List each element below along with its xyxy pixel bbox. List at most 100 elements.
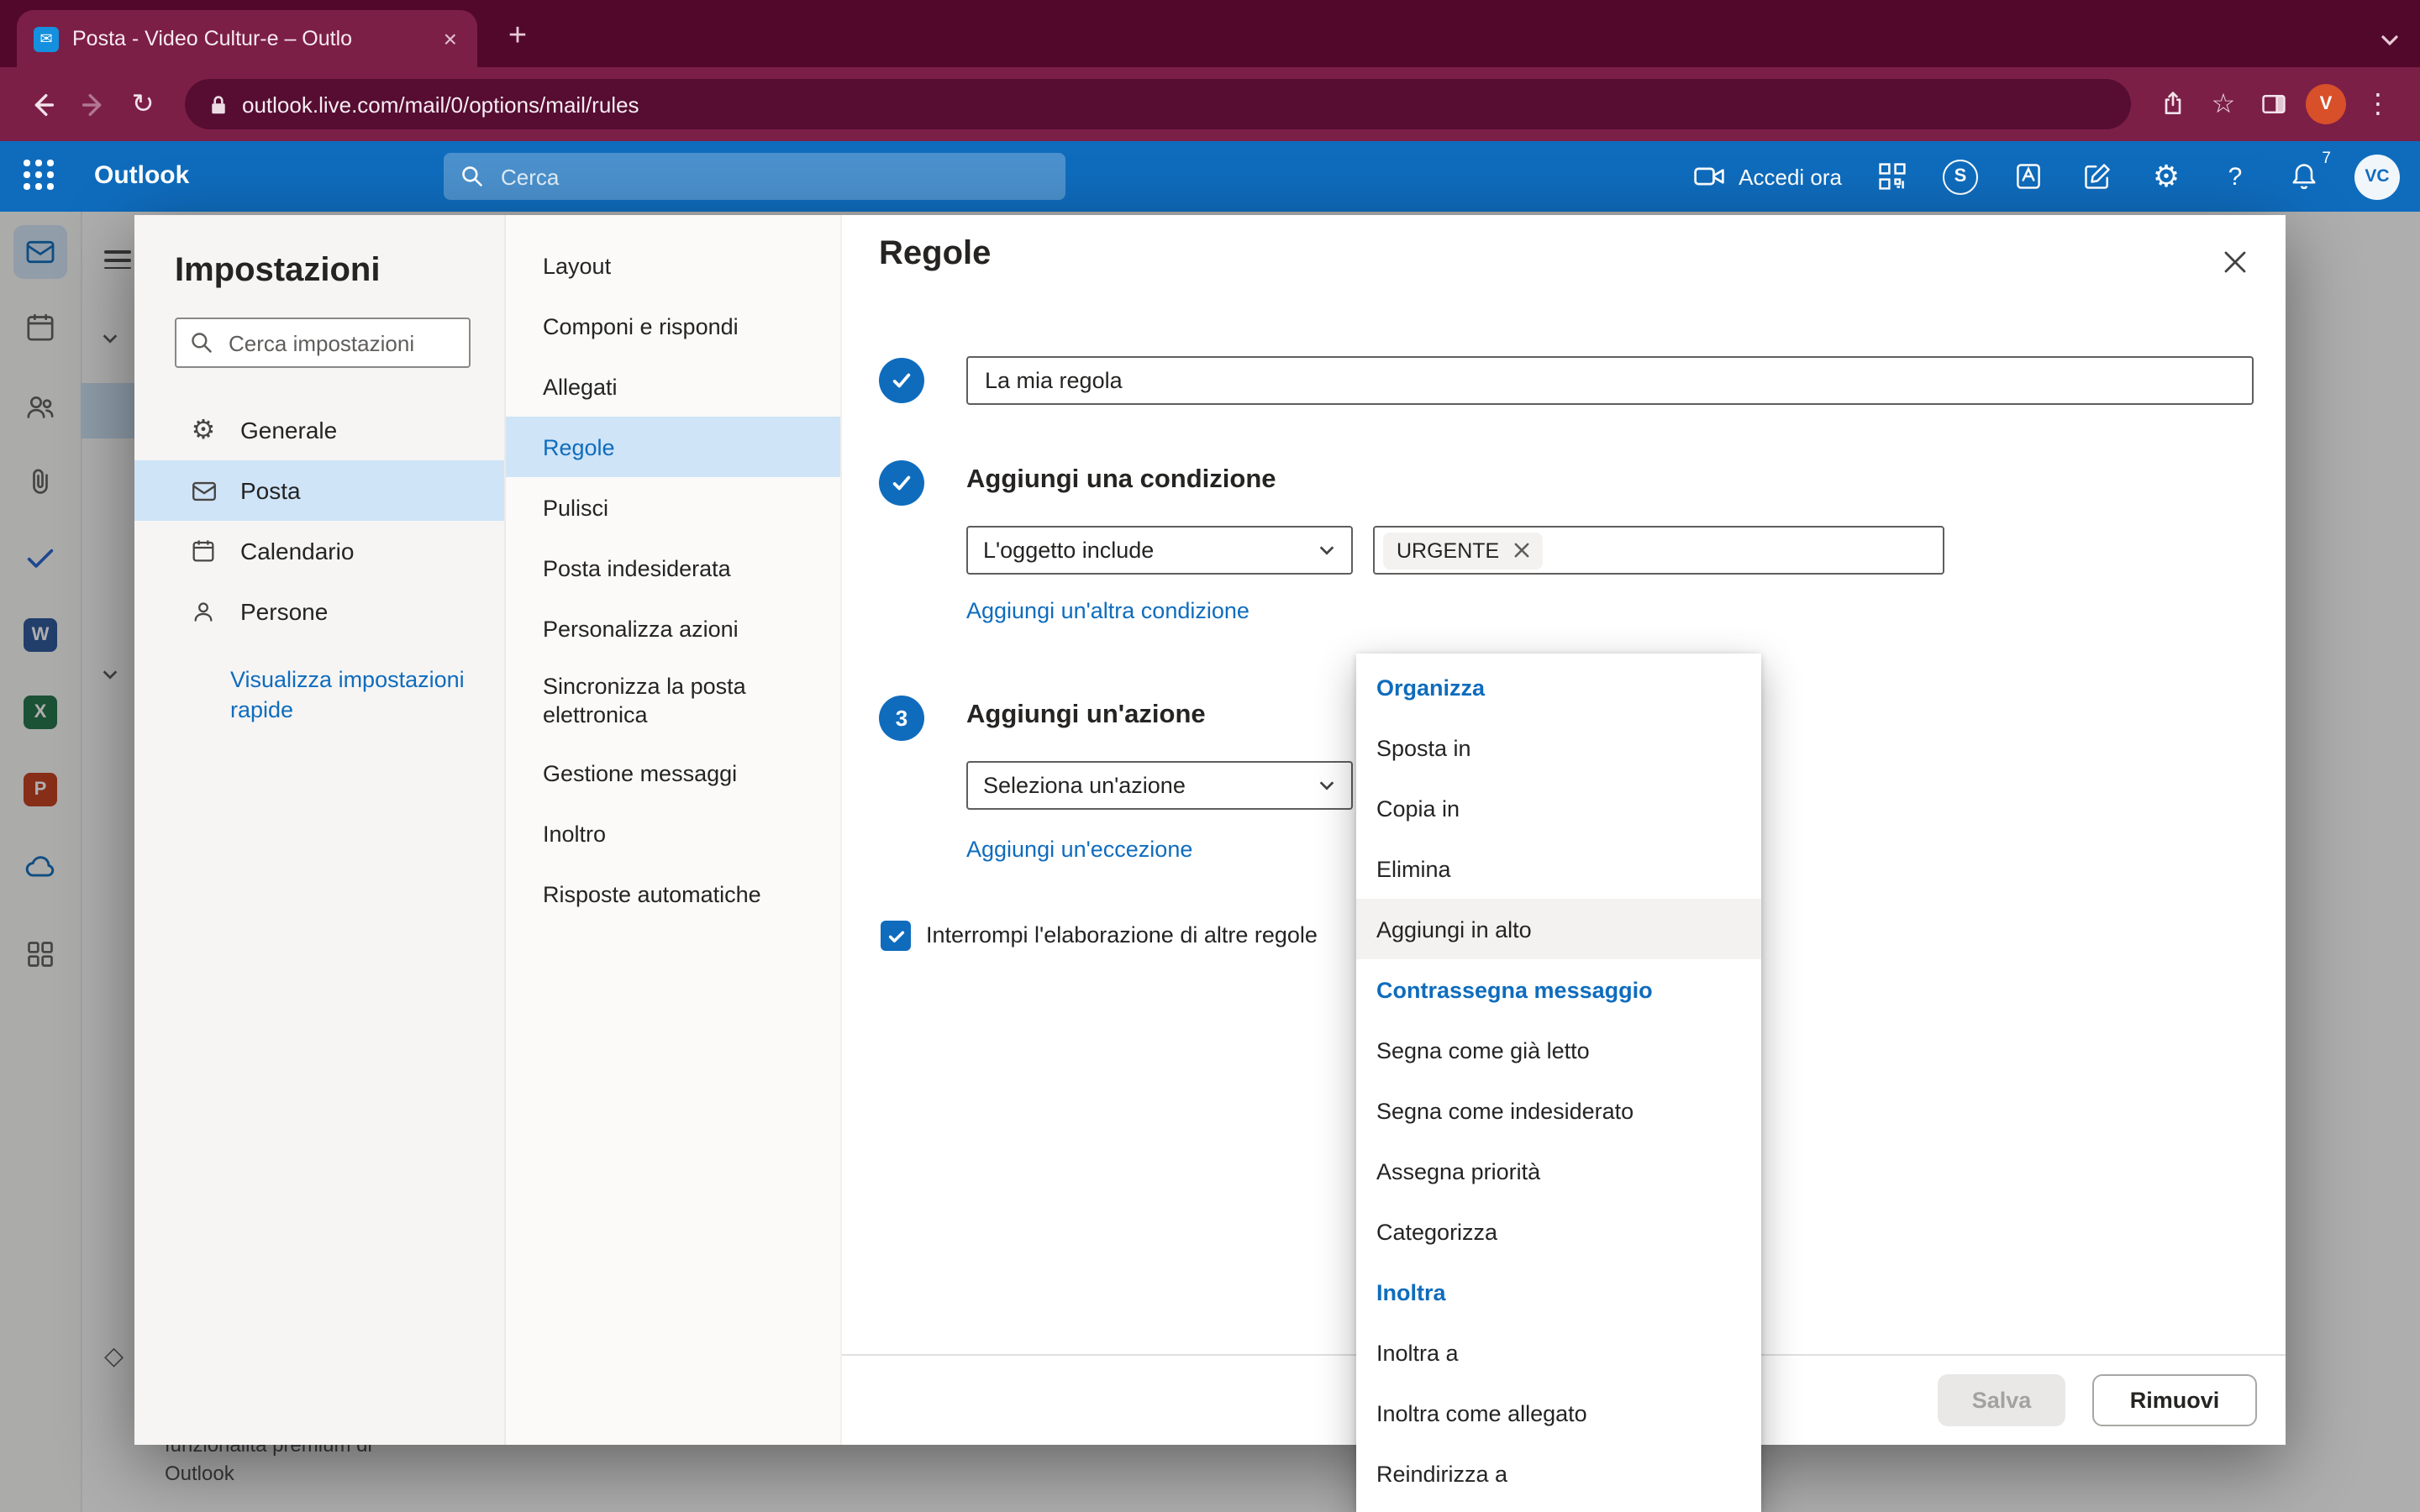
menu-item-segna-come-indesiderato[interactable]: Segna come indesiderato bbox=[1356, 1080, 1761, 1141]
menu-group-organizza: Organizza bbox=[1356, 657, 1761, 717]
remove-button[interactable]: Rimuovi bbox=[2092, 1374, 2257, 1426]
address-bar[interactable]: outlook.live.com/mail/0/options/mail/rul… bbox=[185, 79, 2131, 129]
menu-item-copia-in[interactable]: Copia in bbox=[1356, 778, 1761, 838]
new-tab-button[interactable]: + bbox=[494, 13, 541, 60]
settings-title: Impostazioni bbox=[134, 215, 504, 291]
notifications-bell-icon[interactable]: 7 bbox=[2286, 158, 2323, 195]
forward-button[interactable] bbox=[67, 79, 118, 129]
panel-title: Regole bbox=[879, 235, 991, 274]
section-allegati[interactable]: Allegati bbox=[506, 356, 840, 417]
reload-button[interactable]: ↻ bbox=[118, 79, 168, 129]
gear-icon: ⚙ bbox=[188, 413, 218, 447]
browser-tab[interactable]: ✉ Posta - Video Cultur-e – Outlo × bbox=[17, 10, 477, 67]
person-icon bbox=[188, 598, 218, 625]
tab-search-chevron-icon[interactable] bbox=[2380, 30, 2400, 50]
chip-label: URGENTE bbox=[1397, 538, 1499, 562]
bookmark-star-icon[interactable]: ☆ bbox=[2198, 79, 2249, 129]
section-personalizza-azioni[interactable]: Personalizza azioni bbox=[506, 598, 840, 659]
section-inoltro[interactable]: Inoltro bbox=[506, 803, 840, 864]
help-icon[interactable]: ? bbox=[2217, 158, 2254, 195]
qr-code-icon[interactable] bbox=[1874, 158, 1911, 195]
quick-settings-link[interactable]: Visualizza impostazioni rapide bbox=[230, 665, 466, 726]
settings-nav-posta[interactable]: Posta bbox=[134, 460, 504, 521]
browser-window: ✉ Posta - Video Cultur-e – Outlo × + ↻ o… bbox=[0, 0, 2420, 1512]
account-avatar[interactable]: VC bbox=[2354, 154, 2400, 199]
browser-menu-icon[interactable]: ⋮ bbox=[2353, 79, 2403, 129]
tab-title: Posta - Video Cultur-e – Outlo bbox=[72, 27, 427, 50]
browser-tab-bar: ✉ Posta - Video Cultur-e – Outlo × + bbox=[0, 0, 2420, 67]
step2-check-badge bbox=[879, 460, 924, 506]
side-panel-icon[interactable] bbox=[2249, 79, 2299, 129]
chip-remove-icon[interactable] bbox=[1514, 543, 1529, 558]
search-icon bbox=[460, 165, 484, 188]
section-gestione-messaggi[interactable]: Gestione messaggi bbox=[506, 743, 840, 803]
section-regole[interactable]: Regole bbox=[506, 417, 840, 477]
menu-item-categorizza[interactable]: Categorizza bbox=[1356, 1201, 1761, 1262]
step1-check-badge bbox=[879, 358, 924, 403]
menu-item-aggiungi-in-alto[interactable]: Aggiungi in alto bbox=[1356, 899, 1761, 959]
condition-value-field[interactable]: URGENTE bbox=[1373, 526, 1944, 575]
section-risposte-automatiche[interactable]: Risposte automatiche bbox=[506, 864, 840, 924]
browser-toolbar: ↻ outlook.live.com/mail/0/options/mail/r… bbox=[0, 67, 2420, 141]
settings-sidebar: Impostazioni ⚙ Generale Posta bbox=[134, 215, 506, 1445]
stop-processing-checkbox[interactable] bbox=[881, 921, 911, 951]
translator-icon[interactable] bbox=[2010, 158, 2047, 195]
settings-sections: Layout Componi e rispondi Allegati Regol… bbox=[506, 215, 842, 1445]
action-select-placeholder: Seleziona un'azione bbox=[983, 773, 1186, 798]
menu-item-sposta-in[interactable]: Sposta in bbox=[1356, 717, 1761, 778]
video-camera-icon bbox=[1691, 160, 1725, 193]
chevron-down-icon bbox=[1318, 776, 1336, 795]
settings-search-input[interactable] bbox=[225, 328, 455, 357]
search-icon bbox=[190, 331, 213, 354]
header-actions: Accedi ora S ⚙ ? 7 VC bbox=[1691, 141, 2400, 212]
signin-button[interactable]: Accedi ora bbox=[1691, 160, 1842, 193]
section-layout[interactable]: Layout bbox=[506, 235, 840, 296]
header-search[interactable] bbox=[444, 153, 1065, 200]
calendar-icon bbox=[188, 538, 218, 564]
lock-icon bbox=[208, 93, 229, 115]
condition-select[interactable]: L'oggetto include bbox=[966, 526, 1353, 575]
add-exception-link[interactable]: Aggiungi un'eccezione bbox=[966, 837, 1192, 862]
condition-chip[interactable]: URGENTE bbox=[1383, 532, 1543, 569]
outlook-brand[interactable]: Outlook bbox=[94, 161, 189, 190]
condition-heading: Aggiungi una condizione bbox=[966, 465, 1276, 496]
save-button[interactable]: Salva bbox=[1938, 1374, 2065, 1426]
header-search-input[interactable] bbox=[497, 162, 1049, 191]
menu-group-contrassegna: Contrassegna messaggio bbox=[1356, 959, 1761, 1020]
settings-nav-calendario[interactable]: Calendario bbox=[134, 521, 504, 581]
share-icon[interactable] bbox=[2148, 79, 2198, 129]
menu-item-inoltra-a[interactable]: Inoltra a bbox=[1356, 1322, 1761, 1383]
browser-profile-avatar[interactable]: V bbox=[2306, 84, 2346, 124]
chevron-down-icon bbox=[1318, 541, 1336, 559]
notification-count: 7 bbox=[2322, 150, 2331, 168]
settings-nav-generale[interactable]: ⚙ Generale bbox=[134, 400, 504, 460]
action-select[interactable]: Seleziona un'azione bbox=[966, 761, 1353, 810]
menu-group-inoltra: Inoltra bbox=[1356, 1262, 1761, 1322]
menu-item-elimina[interactable]: Elimina bbox=[1356, 838, 1761, 899]
action-heading: Aggiungi un'azione bbox=[966, 701, 1206, 731]
close-icon[interactable] bbox=[2212, 239, 2259, 286]
outlook-favicon-icon: ✉ bbox=[34, 26, 59, 51]
rule-name-input[interactable] bbox=[966, 356, 2254, 405]
action-dropdown-menu: Organizza Sposta in Copia in Elimina Agg… bbox=[1356, 654, 1761, 1512]
menu-item-inoltra-come-allegato[interactable]: Inoltra come allegato bbox=[1356, 1383, 1761, 1443]
menu-item-reindirizza-a[interactable]: Reindirizza a bbox=[1356, 1443, 1761, 1504]
outlook-header: Outlook Accedi ora S ⚙ bbox=[0, 141, 2420, 212]
section-pulisci[interactable]: Pulisci bbox=[506, 477, 840, 538]
section-componi[interactable]: Componi e rispondi bbox=[506, 296, 840, 356]
compose-icon[interactable] bbox=[2079, 158, 2116, 195]
tab-close-icon[interactable]: × bbox=[440, 25, 460, 52]
section-sincronizza[interactable]: Sincronizza la posta elettronica bbox=[506, 659, 840, 743]
condition-select-value: L'oggetto include bbox=[983, 538, 1154, 563]
settings-search[interactable] bbox=[175, 318, 471, 368]
app-launcher-icon[interactable] bbox=[24, 160, 57, 193]
skype-icon[interactable]: S bbox=[1943, 159, 1978, 194]
section-posta-indesiderata[interactable]: Posta indesiderata bbox=[506, 538, 840, 598]
menu-item-assegna-priorita[interactable]: Assegna priorità bbox=[1356, 1141, 1761, 1201]
settings-nav-persone[interactable]: Persone bbox=[134, 581, 504, 642]
back-button[interactable] bbox=[17, 79, 67, 129]
settings-gear-icon[interactable]: ⚙ bbox=[2148, 158, 2185, 195]
menu-item-segna-come-gia-letto[interactable]: Segna come già letto bbox=[1356, 1020, 1761, 1080]
add-condition-link[interactable]: Aggiungi un'altra condizione bbox=[966, 598, 1249, 623]
mail-icon bbox=[188, 476, 218, 505]
